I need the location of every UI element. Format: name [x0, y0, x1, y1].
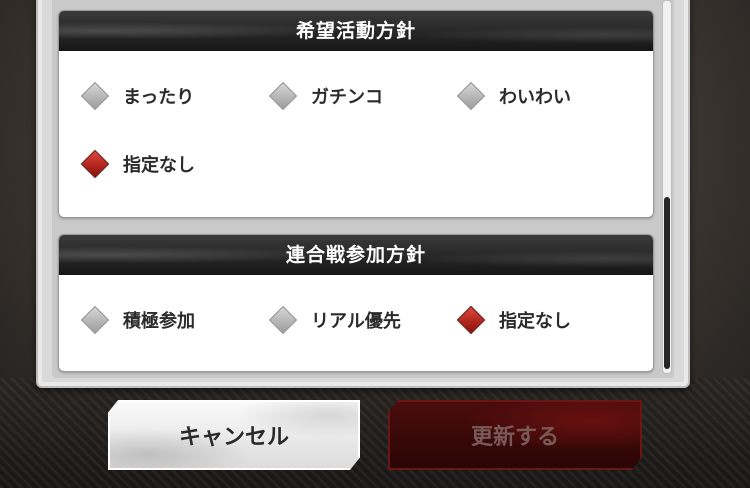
option-real-life-priority[interactable]: リアル優先 — [267, 305, 401, 335]
update-button[interactable]: 更新する — [388, 400, 642, 470]
radio-diamond-icon[interactable] — [268, 305, 298, 335]
radio-diamond-icon[interactable] — [456, 81, 486, 111]
option-gachinko[interactable]: ガチンコ — [267, 81, 383, 111]
scrollbar-thumb[interactable] — [664, 197, 670, 369]
option-waiwai[interactable]: わいわい — [455, 81, 571, 111]
radio-diamond-icon[interactable] — [80, 81, 110, 111]
option-no-preference[interactable]: 指定なし — [79, 149, 195, 179]
option-active-participation[interactable]: 積極参加 — [79, 305, 195, 335]
radio-diamond-icon[interactable] — [268, 81, 298, 111]
radio-diamond-selected-icon[interactable] — [80, 149, 110, 179]
option-label: 指定なし — [123, 155, 195, 176]
radio-diamond-icon[interactable] — [80, 305, 110, 335]
option-label: リアル優先 — [311, 311, 401, 332]
option-mattari[interactable]: まったり — [79, 81, 195, 111]
battle-policy-title: 連合戦参加方針 — [59, 235, 653, 275]
cancel-button[interactable]: キャンセル — [108, 400, 360, 470]
activity-policy-section: 希望活動方針 まったり ガチンコ わいわい 指定なし — [58, 10, 654, 218]
battle-policy-section: 連合戦参加方針 積極参加 リアル優先 指定なし — [58, 234, 654, 372]
option-label: ガチンコ — [311, 87, 383, 108]
option-label: 指定なし — [499, 311, 571, 332]
scrollbar-track[interactable] — [662, 0, 672, 374]
radio-diamond-selected-icon[interactable] — [456, 305, 486, 335]
option-label: まったり — [123, 87, 195, 108]
option-label: わいわい — [499, 87, 571, 108]
option-label: 積極参加 — [123, 311, 195, 332]
option-no-preference[interactable]: 指定なし — [455, 305, 571, 335]
activity-policy-title: 希望活動方針 — [59, 11, 653, 51]
